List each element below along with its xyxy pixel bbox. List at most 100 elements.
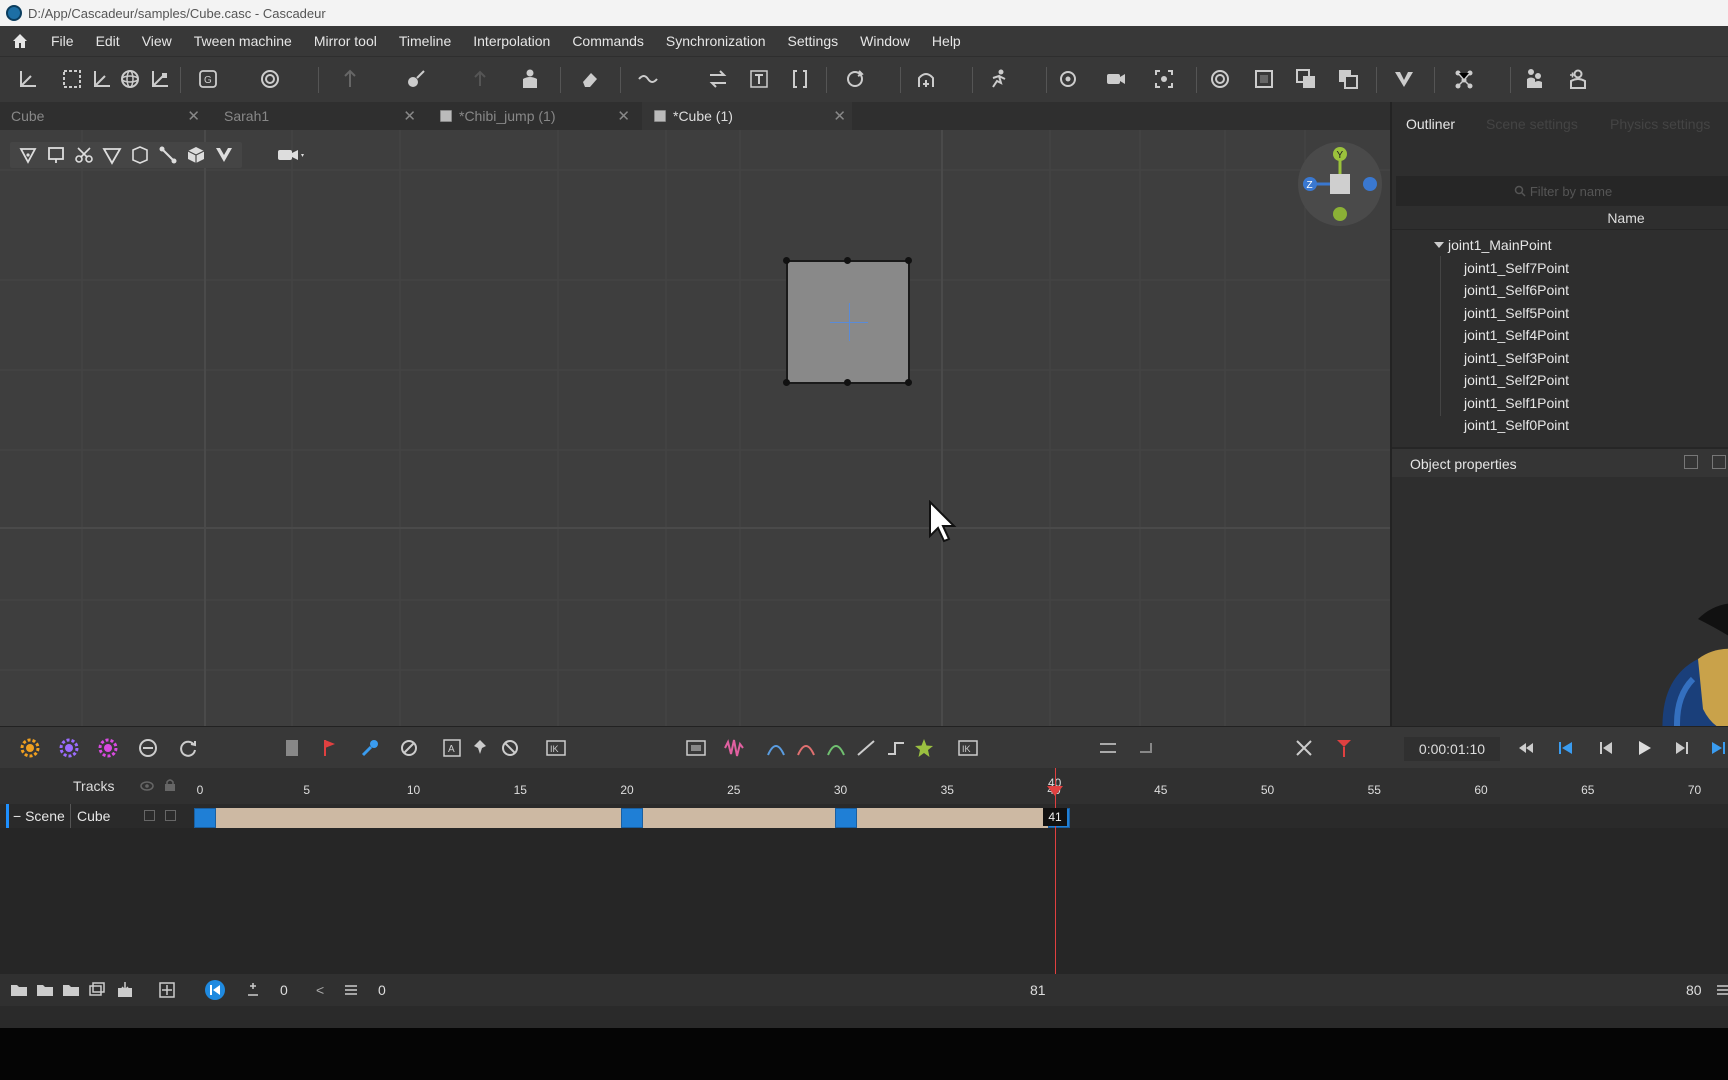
tree-item[interactable]: joint1_Self6Point — [1392, 279, 1728, 302]
folder-remove-icon[interactable] — [62, 981, 80, 999]
loop-icon[interactable] — [843, 67, 867, 91]
keyframe-gear-pink-icon[interactable] — [96, 736, 120, 760]
frame-icon[interactable] — [1252, 67, 1276, 91]
joints-icon[interactable] — [1452, 67, 1476, 91]
play-icon[interactable] — [1632, 736, 1656, 760]
tree-item-root[interactable]: joint1_MainPoint — [1392, 234, 1728, 257]
jump-to-start-icon[interactable] — [204, 979, 226, 1001]
run-icon[interactable] — [986, 67, 1010, 91]
waveform-icon[interactable] — [722, 736, 746, 760]
cube-vertex[interactable] — [905, 257, 912, 264]
keyframe-gear-purple-icon[interactable] — [57, 736, 81, 760]
step-icon[interactable] — [884, 736, 908, 760]
curve-blue-icon[interactable] — [764, 736, 788, 760]
keyframe-gear-icon[interactable] — [18, 736, 42, 760]
keyframe-marker[interactable] — [194, 808, 216, 828]
cascadeur-mode-icon[interactable] — [210, 143, 238, 167]
fit-icon[interactable] — [684, 736, 708, 760]
focus-icon[interactable] — [1152, 67, 1176, 91]
rewind-icon[interactable] — [1514, 736, 1538, 760]
time-display[interactable]: 0:00:01:10 — [1404, 737, 1500, 761]
swap-icon[interactable] — [706, 67, 730, 91]
tree-item[interactable]: joint1_Self5Point — [1392, 302, 1728, 325]
name-column-header[interactable]: Name — [1392, 206, 1728, 230]
viewport-camera-icon[interactable] — [276, 142, 316, 168]
interpolate-icon[interactable] — [338, 67, 362, 91]
cube-track-label[interactable]: Cube — [70, 804, 110, 828]
tree-item[interactable]: joint1_Self0Point — [1392, 414, 1728, 437]
chevron-left-icon[interactable]: < — [316, 982, 324, 998]
close-icon[interactable]: ✕ — [833, 107, 846, 125]
import-icon[interactable] — [116, 981, 134, 999]
curve-green-icon[interactable] — [824, 736, 848, 760]
collapse-icon[interactable] — [1684, 455, 1698, 469]
range-icon[interactable] — [1096, 736, 1120, 760]
cube-vertex[interactable] — [844, 379, 851, 386]
scale-tool-icon[interactable] — [148, 67, 172, 91]
menu-window[interactable]: Window — [849, 26, 921, 56]
menu-timeline[interactable]: Timeline — [388, 26, 462, 56]
tree-item[interactable]: joint1_Self7Point — [1392, 257, 1728, 280]
marker-icon[interactable] — [280, 736, 304, 760]
select-mode-icon[interactable] — [14, 143, 42, 167]
tab-physics-settings[interactable]: Physics settings — [1610, 116, 1710, 132]
ik-timeline-icon[interactable]: IK — [956, 736, 980, 760]
playhead-line[interactable] — [1055, 768, 1056, 974]
frame-ruler[interactable]: 0 5 10 15 20 25 30 35 40 45 50 55 60 65 70 — [190, 768, 1728, 804]
step-forward-icon[interactable] — [1670, 736, 1694, 760]
folder-icon[interactable] — [36, 981, 54, 999]
select-rect-icon[interactable] — [60, 67, 84, 91]
interval-icon[interactable] — [136, 736, 160, 760]
menu-help[interactable]: Help — [921, 26, 972, 56]
layers-icon[interactable] — [1294, 67, 1318, 91]
tab-cube[interactable]: Cube ✕ — [0, 102, 206, 130]
bracket-icon[interactable] — [788, 67, 812, 91]
layers-alt-icon[interactable] — [1336, 67, 1360, 91]
field-a-value[interactable]: 0 — [280, 982, 288, 998]
step-back-icon[interactable] — [1594, 736, 1618, 760]
filter-input[interactable]: Filter by name — [1396, 176, 1728, 206]
keyframe-marker[interactable] — [834, 808, 857, 828]
pivot-icon[interactable] — [258, 67, 282, 91]
ik-icon[interactable]: IK — [544, 736, 568, 760]
linear-icon[interactable] — [854, 736, 878, 760]
folder-add-icon[interactable] — [10, 981, 28, 999]
curve-icon[interactable] — [636, 67, 660, 91]
eraser-icon[interactable] — [578, 67, 602, 91]
add-track-icon[interactable] — [158, 981, 176, 999]
global-space-icon[interactable]: G — [196, 67, 220, 91]
pose-icon[interactable] — [1522, 67, 1546, 91]
cube-vertex[interactable] — [783, 379, 790, 386]
shape-icon[interactable] — [126, 143, 154, 167]
tree-item[interactable]: joint1_Self2Point — [1392, 369, 1728, 392]
duplicate-icon[interactable] — [88, 981, 106, 999]
rect-select-icon[interactable] — [42, 143, 70, 167]
list-icon[interactable] — [342, 981, 360, 999]
text-tool-icon[interactable] — [747, 67, 771, 91]
field-b-value[interactable]: 0 — [378, 982, 386, 998]
move-tool-icon[interactable] — [90, 67, 114, 91]
spiral-icon[interactable] — [1208, 67, 1232, 91]
flag-icon[interactable] — [318, 736, 342, 760]
menu-file[interactable]: File — [40, 26, 85, 56]
character-icon[interactable] — [518, 67, 542, 91]
expand-triangle-icon[interactable] — [1434, 242, 1444, 248]
close-icon[interactable]: ✕ — [403, 107, 416, 125]
end-frame-value[interactable]: 80 — [1686, 982, 1702, 998]
home-icon[interactable] — [0, 32, 40, 50]
menu-view[interactable]: View — [131, 26, 183, 56]
lock-icon[interactable] — [164, 778, 176, 792]
visibility-icon[interactable] — [140, 780, 154, 792]
menu-interpolation[interactable]: Interpolation — [462, 26, 561, 56]
disable-icon[interactable] — [397, 736, 421, 760]
tab-scene-settings[interactable]: Scene settings — [1486, 116, 1578, 132]
refresh-icon[interactable] — [176, 736, 200, 760]
curve-red-icon[interactable] — [794, 736, 818, 760]
menu-commands[interactable]: Commands — [561, 26, 655, 56]
close-icon[interactable]: ✕ — [187, 107, 200, 125]
cube-vertex[interactable] — [905, 379, 912, 386]
orientation-gizmo[interactable]: Y Z — [1296, 140, 1384, 228]
tree-item[interactable]: joint1_Self1Point — [1392, 392, 1728, 415]
rotate-tool-icon[interactable] — [118, 67, 142, 91]
playhead-marker-icon[interactable] — [1332, 736, 1356, 760]
